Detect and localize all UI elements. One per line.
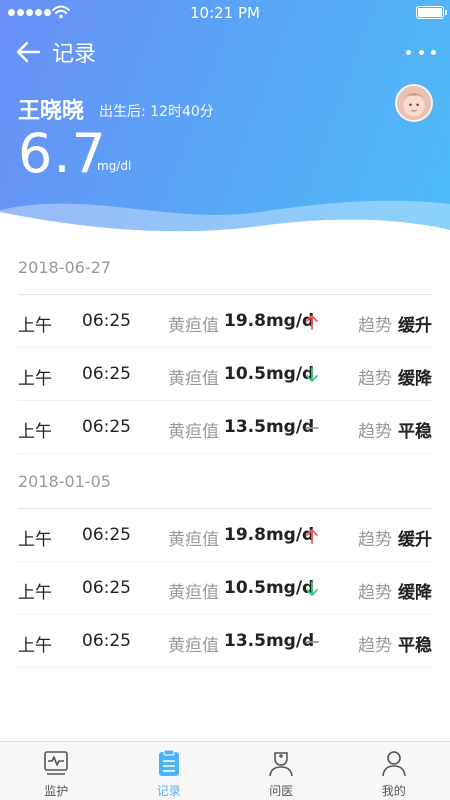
record-row[interactable]: 上午 06:25 黄疸值 19.8mg/d 趋势 缓升	[18, 509, 432, 562]
record-time: 06:25	[82, 631, 131, 651]
trend-value: 缓降	[398, 369, 432, 389]
page-title: 记录	[52, 42, 97, 67]
record-row[interactable]: 上午 06:25 黄疸值 19.8mg/d 趋势 缓升	[18, 295, 432, 348]
tab-records[interactable]: 记录	[113, 742, 226, 800]
record-label: 黄疸值	[168, 316, 219, 336]
trend-label: 趋势	[358, 530, 392, 550]
nav-bar: 记录	[0, 30, 450, 74]
record-period: 上午	[18, 636, 52, 656]
arrow-down-icon	[306, 581, 318, 596]
back-arrow-icon[interactable]	[14, 38, 42, 66]
status-time: 10:21 PM	[190, 4, 260, 22]
record-label: 黄疸值	[168, 583, 219, 603]
trend-label: 趋势	[358, 316, 392, 336]
status-bar: 10:21 PM	[0, 0, 450, 26]
monitor-icon	[44, 751, 69, 775]
record-period: 上午	[18, 369, 52, 389]
date-header: 2018-01-05	[18, 470, 432, 509]
age-value: 12时40分	[150, 104, 214, 120]
wave-decoration	[0, 200, 450, 240]
record-row[interactable]: 上午 06:25 黄疸值 10.5mg/d 趋势 缓降	[18, 562, 432, 615]
header-banner: 10:21 PM 记录 王晓晓 出生后: 12时40分 6.7 mg/dl	[0, 0, 450, 240]
trend-value: 缓升	[398, 316, 432, 336]
record-period: 上午	[18, 316, 52, 336]
current-value: 6.7	[18, 122, 107, 185]
battery-icon	[416, 6, 447, 19]
arrow-down-icon	[306, 367, 318, 382]
avatar[interactable]	[395, 84, 433, 122]
baby-name: 王晓晓	[18, 99, 85, 124]
more-dots-icon[interactable]	[406, 40, 436, 64]
arrow-up-icon	[306, 529, 318, 544]
record-value: 19.8mg/d	[224, 525, 315, 545]
baby-avatar-icon	[397, 86, 431, 120]
tab-mine[interactable]: 我的	[338, 742, 450, 800]
record-time: 06:25	[82, 525, 131, 545]
clipboard-icon	[158, 749, 179, 776]
trend-label: 趋势	[358, 583, 392, 603]
record-row[interactable]: 上午 06:25 黄疸值 10.5mg/d 趋势 缓降	[18, 348, 432, 401]
trend-value: 平稳	[398, 422, 432, 442]
record-value: 13.5mg/d	[224, 417, 315, 437]
record-label: 黄疸值	[168, 636, 219, 656]
record-label: 黄疸值	[168, 530, 219, 550]
trend-label: 趋势	[358, 422, 392, 442]
trend-label: 趋势	[358, 636, 392, 656]
record-time: 06:25	[82, 311, 131, 331]
date-label: 2018-01-05	[18, 472, 111, 491]
record-period: 上午	[18, 583, 52, 603]
record-value: 10.5mg/d	[224, 364, 315, 384]
tab-label: 记录	[156, 784, 181, 798]
arrow-up-icon	[306, 315, 318, 330]
doctor-icon	[269, 752, 294, 777]
record-time: 06:25	[82, 578, 131, 598]
user-icon	[381, 751, 406, 777]
tab-doctor[interactable]: 问医	[225, 742, 338, 800]
record-time: 06:25	[82, 417, 131, 437]
tab-bar: 监护 记录 问医 我的	[0, 741, 450, 800]
records-list: 2018-06-27 上午 06:25 黄疸值 19.8mg/d 趋势 缓升 上午 06:25 黄…	[0, 240, 450, 668]
record-value: 13.5mg/d	[224, 631, 315, 651]
record-time: 06:25	[82, 364, 131, 384]
flat-dash-icon	[305, 427, 319, 429]
baby-age: 出生后: 12时40分	[99, 101, 214, 121]
trend-label: 趋势	[358, 369, 392, 389]
record-label: 黄疸值	[168, 422, 219, 442]
record-period: 上午	[18, 422, 52, 442]
date-header: 2018-06-27	[18, 256, 432, 295]
record-label: 黄疸值	[168, 369, 219, 389]
tab-label: 监护	[44, 784, 69, 798]
tab-label: 我的	[381, 784, 406, 798]
trend-value: 缓降	[398, 583, 432, 603]
tab-monitor[interactable]: 监护	[0, 742, 113, 800]
record-period: 上午	[18, 530, 52, 550]
date-label: 2018-06-27	[18, 258, 111, 277]
current-unit: mg/dl	[97, 159, 132, 173]
record-row[interactable]: 上午 06:25 黄疸值 13.5mg/d 趋势 平稳	[18, 615, 432, 668]
trend-value: 缓升	[398, 530, 432, 550]
record-value: 19.8mg/d	[224, 311, 315, 331]
record-row[interactable]: 上午 06:25 黄疸值 13.5mg/d 趋势 平稳	[18, 401, 432, 454]
trend-value: 平稳	[398, 636, 432, 656]
tab-label: 问医	[269, 784, 294, 798]
flat-dash-icon	[305, 641, 319, 643]
age-prefix: 出生后:	[99, 104, 146, 120]
record-value: 10.5mg/d	[224, 578, 315, 598]
